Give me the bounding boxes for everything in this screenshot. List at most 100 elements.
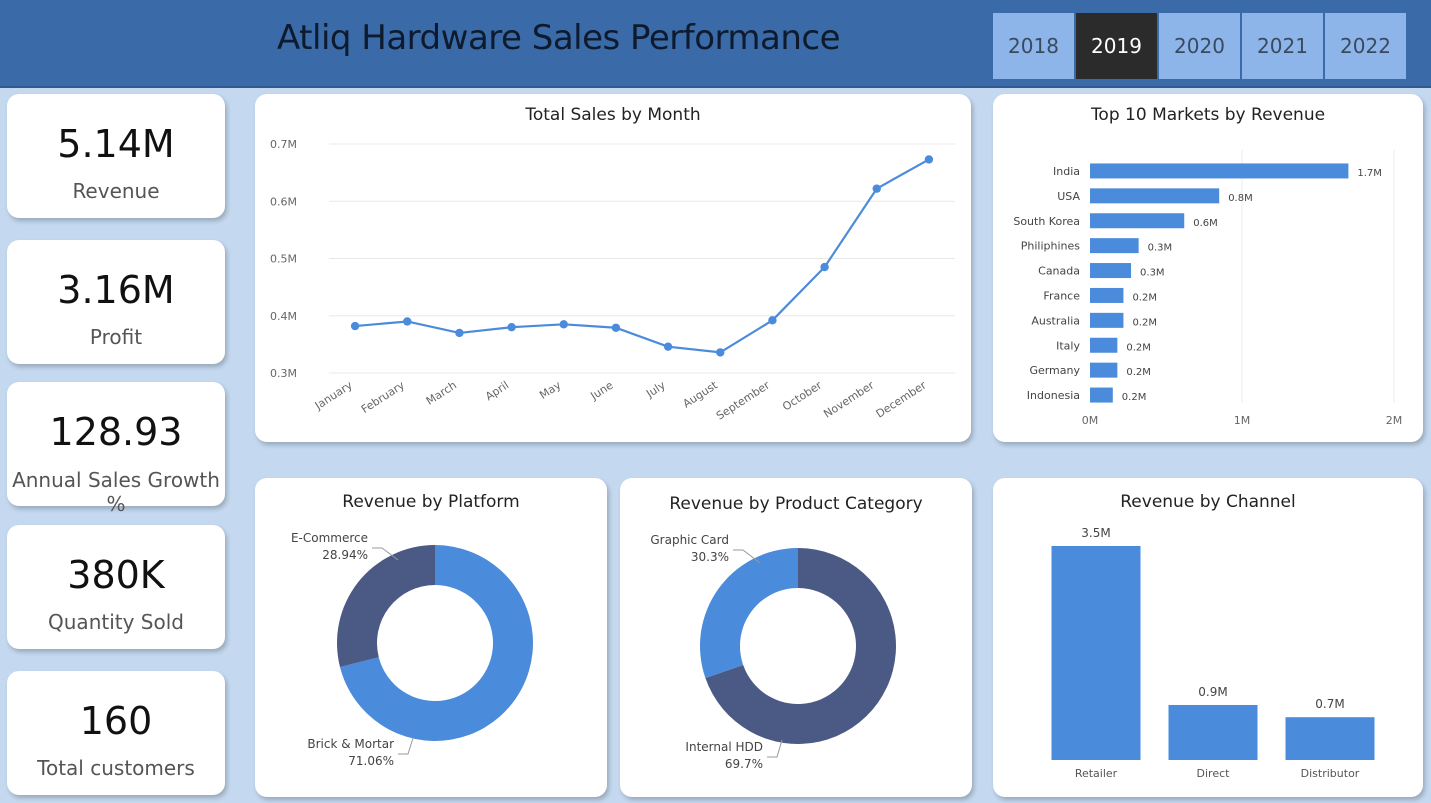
category-label: Philiphines <box>1021 240 1081 253</box>
data-point <box>872 184 881 193</box>
kpi-value: 128.93 <box>49 410 183 454</box>
y-tick-label: 0.6M <box>270 195 297 208</box>
slice-value-label: 30.3% <box>691 550 729 564</box>
leader-line <box>398 737 414 755</box>
category-label: Indonesia <box>1027 389 1080 402</box>
slice-name-label: Internal HDD <box>685 740 763 754</box>
market-bar <box>1090 238 1139 254</box>
category-label: USA <box>1057 190 1080 203</box>
kpi-value: 3.16M <box>57 268 175 312</box>
slice-name-label: Graphic Card <box>650 533 729 547</box>
slice-value-label: 69.7% <box>725 757 763 771</box>
top-markets-card: Top 10 Markets by Revenue 0M 1M 2M India 1.7… <box>993 94 1423 442</box>
category-label: Distributor <box>1301 767 1360 780</box>
data-point <box>455 328 464 338</box>
kpi-label: Annual Sales Growth % <box>12 468 220 516</box>
y-tick-label: 0.4M <box>270 310 297 323</box>
year-button-2022[interactable]: 2022 <box>1325 13 1406 79</box>
y-tick-label: 0.5M <box>270 253 297 266</box>
kpi-value: 5.14M <box>57 122 175 166</box>
year-button-2020[interactable]: 2020 <box>1159 13 1240 79</box>
kpi-card-sales-growth: 128.93 Annual Sales Growth % <box>7 382 225 516</box>
data-label: 0.6M <box>1193 218 1218 229</box>
data-label: 0.2M <box>1132 292 1157 303</box>
data-label: 0.9M <box>1198 685 1227 699</box>
market-bar <box>1090 312 1124 328</box>
year-button-2021[interactable]: 2021 <box>1242 13 1323 79</box>
dashboard-title: Atliq Hardware Sales Performance <box>277 18 841 58</box>
category-label: South Korea <box>1013 215 1080 228</box>
y-tick-label: 0.3M <box>270 367 297 380</box>
kpi-label: Profit <box>89 325 143 349</box>
channel-bar <box>1051 546 1141 760</box>
slice-name-label: Brick & Mortar <box>307 737 394 751</box>
market-bar <box>1090 188 1220 204</box>
data-label: 0.8M <box>1228 193 1253 204</box>
revenue-by-category-card: Revenue by Product Category Graphic Card… <box>620 478 972 797</box>
slice-name-label: E-Commerce <box>291 531 368 545</box>
channel-bar <box>1168 704 1258 760</box>
market-bar <box>1090 213 1185 229</box>
category-label: Retailer <box>1075 767 1118 780</box>
data-point <box>716 348 725 357</box>
market-bar <box>1090 263 1132 279</box>
data-label: 1.7M <box>1357 168 1382 179</box>
kpi-value: 380K <box>67 553 165 597</box>
market-bar <box>1090 287 1124 303</box>
kpi-value: 160 <box>79 699 153 743</box>
sales-line <box>354 158 930 354</box>
kpi-label: Total customers <box>37 756 195 780</box>
data-point <box>820 262 829 272</box>
leader-line <box>767 739 783 758</box>
category-label: France <box>1043 289 1080 302</box>
data-point <box>611 323 621 332</box>
kpi-card-customers: 160 Total customers <box>7 671 225 795</box>
x-tick-label: December <box>874 378 929 420</box>
x-tick-label: 2M <box>1386 414 1403 427</box>
slice-value-label: 28.94% <box>322 548 368 562</box>
x-tick-label: September <box>714 378 772 422</box>
donut-slice <box>337 545 435 668</box>
y-tick-label: 0.7M <box>270 138 297 151</box>
category-label: Canada <box>1038 265 1080 278</box>
data-point <box>350 321 360 331</box>
data-label: 3.5M <box>1081 526 1110 540</box>
category-label: India <box>1053 165 1080 178</box>
revenue-by-platform-chart: E-Commerce 28.94% Brick & Mortar 71.06% <box>291 531 533 768</box>
header-bar: Atliq Hardware Sales Performance 2018 20… <box>0 0 1431 88</box>
x-tick-label: 1M <box>1234 414 1251 427</box>
data-label: 0.3M <box>1148 243 1173 254</box>
data-label: 0.2M <box>1122 392 1147 403</box>
kpi-label: Quantity Sold <box>48 610 184 634</box>
sales-by-month-chart: 0.3M 0.4M 0.5M 0.6M 0.7M January February March… <box>270 138 955 423</box>
x-tick-label: October <box>780 378 824 413</box>
market-bar <box>1090 337 1118 353</box>
data-point <box>559 320 568 329</box>
data-point <box>663 342 673 351</box>
donut-slice <box>700 548 798 679</box>
x-tick-label: August <box>681 378 721 410</box>
kpi-card-profit: 3.16M Profit <box>7 240 225 364</box>
revenue-by-platform-card: Revenue by Platform E-Commerce 28.94% Bric… <box>255 478 607 797</box>
category-label: Australia <box>1031 314 1080 327</box>
data-point <box>507 323 516 332</box>
category-label: Germany <box>1029 364 1080 377</box>
kpi-card-revenue: 5.14M Revenue <box>7 94 225 218</box>
category-label: Italy <box>1056 339 1080 352</box>
revenue-by-category-chart: Graphic Card 30.3% Internal HDD 69.7% <box>650 533 896 771</box>
data-label: 0.3M <box>1140 268 1165 279</box>
revenue-by-channel-chart: 3.5M Retailer 0.9M Direct 0.7M Distributor <box>1051 526 1375 780</box>
x-tick-label: 0M <box>1082 414 1099 427</box>
x-tick-label: November <box>821 378 876 420</box>
year-button-2018[interactable]: 2018 <box>993 13 1074 79</box>
market-bar <box>1090 387 1113 403</box>
year-slicer: 2018 2019 2020 2021 2022 <box>993 13 1408 79</box>
channel-bar <box>1285 717 1375 760</box>
slice-value-label: 71.06% <box>348 754 394 768</box>
market-bar <box>1090 362 1118 378</box>
sales-by-month-card: Total Sales by Month 0.3M 0.4M 0.5M 0.6M 0.7… <box>255 94 971 442</box>
kpi-label: Revenue <box>72 179 160 203</box>
data-label: 0.2M <box>1126 342 1151 353</box>
data-label: 0.2M <box>1132 317 1157 328</box>
year-button-2019[interactable]: 2019 <box>1076 13 1157 79</box>
